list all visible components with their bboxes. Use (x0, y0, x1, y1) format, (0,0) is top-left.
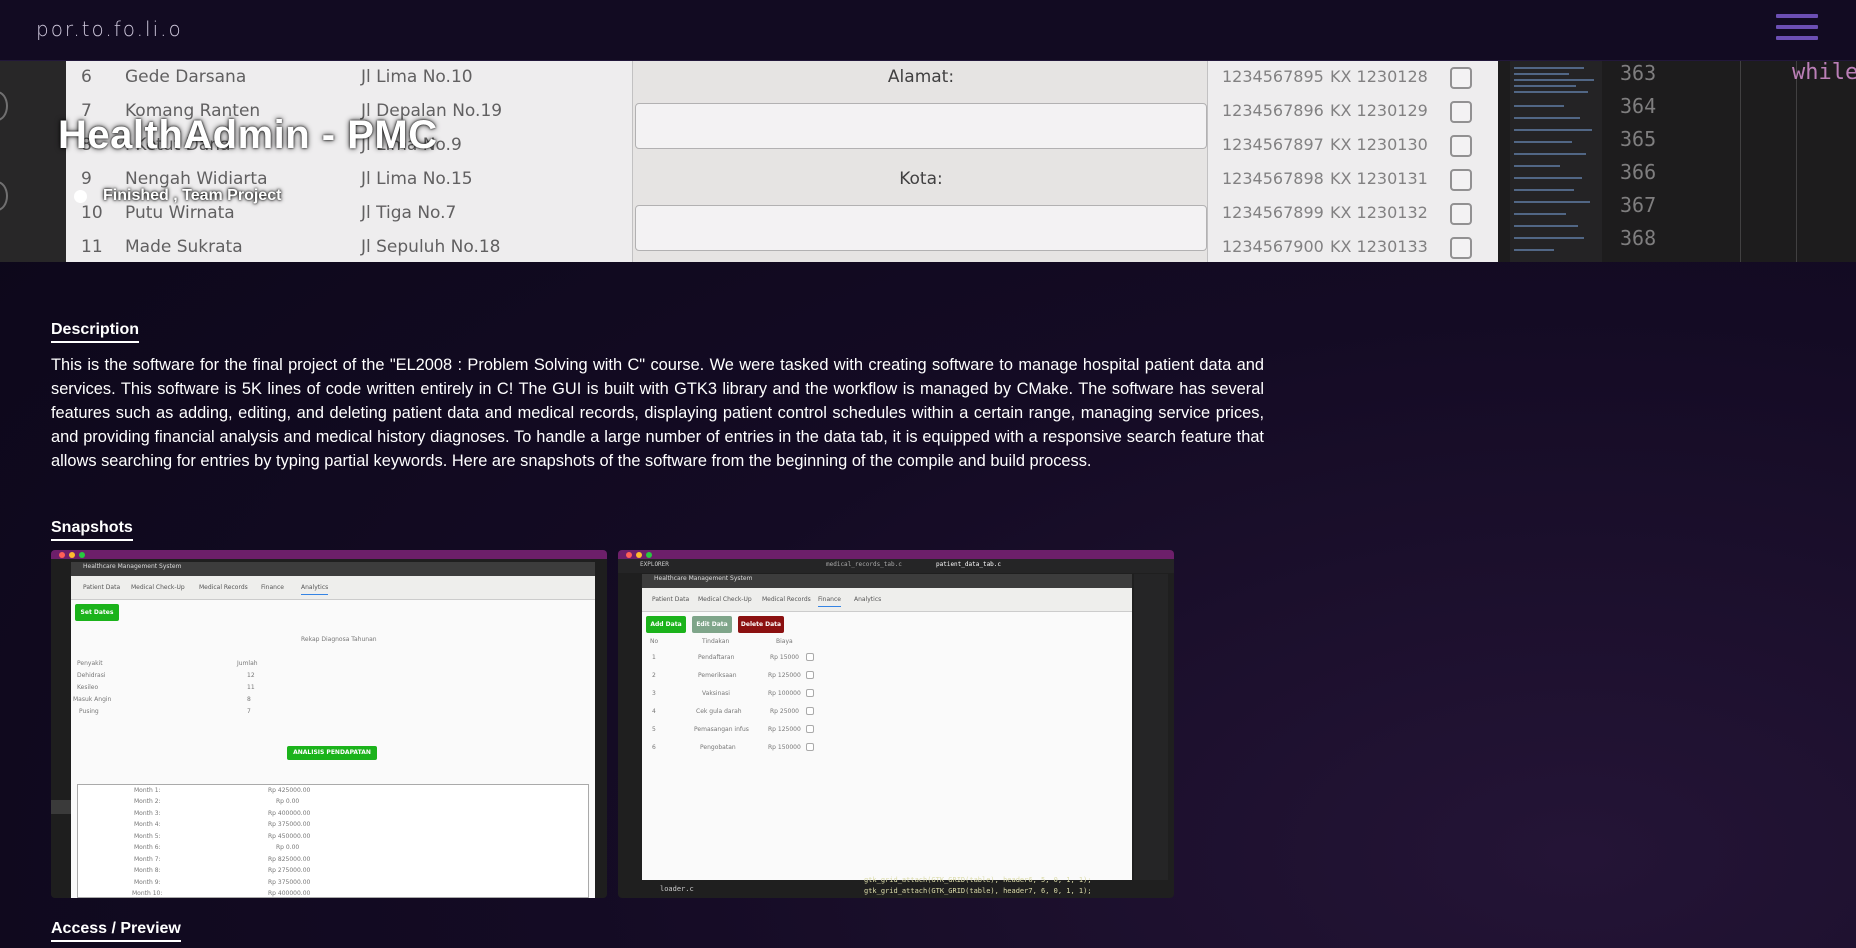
description-heading: Description (51, 321, 140, 343)
delete-data-button: Delete Data (738, 616, 784, 633)
tab-medical-records: Medical Records (762, 596, 811, 603)
hamburger-menu-icon[interactable] (1776, 14, 1818, 42)
app-tabs: Patient Data Medical Check-Up Medical Re… (71, 576, 595, 600)
app-window: Healthcare Management System Patient Dat… (642, 574, 1132, 880)
status-dot-icon (74, 190, 87, 203)
project-hero-banner: 6 Gede Darsana Jl Lima No.10 7 Komang Rante… (0, 61, 1856, 262)
tab-patient-data: Patient Data (652, 596, 690, 603)
edit-data-button: Edit Data (692, 616, 732, 633)
app-window: Healthcare Management System Patient Dat… (71, 562, 595, 898)
top-navbar: por.to.fo.li.o (0, 0, 1856, 61)
project-title: HealthAdmin - PMC (58, 113, 438, 157)
brand-logo-text[interactable]: por.to.fo.li.o (36, 17, 183, 41)
add-data-button: Add Data (646, 616, 686, 633)
app-tabs: Patient Data Medical Check-Up Medical Re… (642, 588, 1132, 612)
tab-patient-data: Patient Data (83, 584, 121, 591)
description-text: This is the software for the final proje… (51, 356, 1264, 470)
tab-finance: Finance (818, 596, 841, 607)
tab-medical-records: Medical Records (199, 584, 248, 591)
snapshot-analytics[interactable]: Healthcare Management System Patient Dat… (51, 550, 607, 898)
snapshots-heading: Snapshots (51, 519, 133, 541)
tab-analytics: Analytics (301, 584, 329, 595)
tab-analytics: Analytics (854, 596, 882, 603)
set-dates-button: Set Dates (75, 604, 119, 621)
tab-finance: Finance (261, 584, 284, 591)
monthly-income-list: Month 1: Rp 425000.00 Month 2: Rp 0.00 Mon… (77, 784, 589, 898)
tab-medical-check-up: Medical Check-Up (698, 596, 752, 603)
access-preview-heading: Access / Preview (51, 920, 181, 942)
analysis-income-button: ANALISIS PENDAPATAN (287, 746, 377, 760)
tab-medical-check-up: Medical Check-Up (131, 584, 185, 591)
snapshot-finance[interactable]: EXPLORER medical_records_tab.c patient_d… (618, 550, 1174, 898)
